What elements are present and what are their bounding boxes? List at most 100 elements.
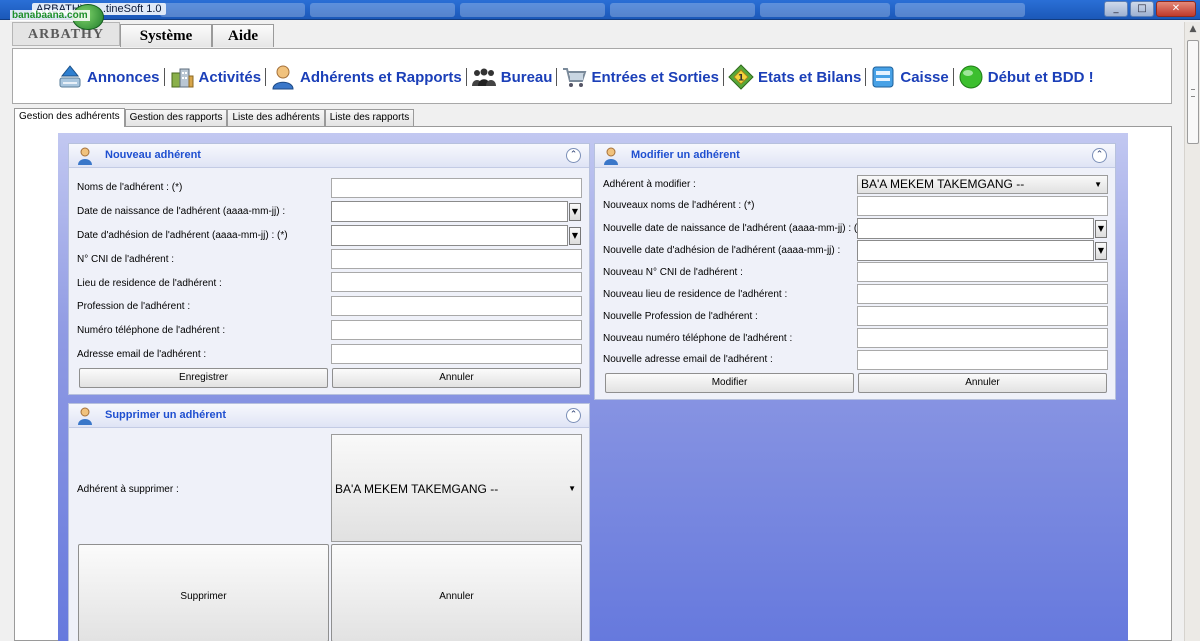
cni-input[interactable] bbox=[331, 249, 582, 269]
grip-icon bbox=[1191, 89, 1195, 97]
membership-date-input[interactable]: ▼ bbox=[331, 225, 581, 246]
new-phone-input[interactable] bbox=[857, 328, 1108, 348]
toolbar-separator bbox=[465, 68, 467, 86]
collapse-icon[interactable]: ⌃ bbox=[566, 408, 581, 423]
toolbar-separator bbox=[723, 68, 724, 86]
toolbar-separator bbox=[265, 68, 267, 86]
toolbar-separator bbox=[163, 68, 165, 86]
profession-input[interactable] bbox=[331, 296, 582, 316]
toolbar-adherents-rapports[interactable]: Adhérents et Rapports bbox=[270, 64, 462, 90]
field-label: Nouveau numéro téléphone de l'adhérent : bbox=[603, 333, 793, 344]
toolbar-label: Entrées et Sorties bbox=[591, 68, 719, 86]
tab-liste-adherents[interactable]: Liste des adhérents bbox=[227, 109, 325, 126]
panel-title: Modifier un adhérent bbox=[631, 149, 740, 161]
field-label: Nouvelle date d'adhésion de l'adhérent (… bbox=[603, 245, 841, 256]
menu-aide[interactable]: Aide bbox=[212, 24, 274, 47]
new-residence-input[interactable] bbox=[857, 284, 1108, 304]
user-icon bbox=[78, 407, 92, 425]
office-icon bbox=[471, 68, 496, 86]
chevron-down-icon[interactable]: ▼ bbox=[1095, 242, 1107, 260]
collapse-icon[interactable]: ⌃ bbox=[1092, 148, 1107, 163]
new-membership-date-input[interactable]: ▼ bbox=[857, 240, 1107, 261]
svg-text:1: 1 bbox=[738, 74, 744, 84]
modify-button[interactable]: Modifier bbox=[605, 373, 854, 393]
member-to-delete-select[interactable]: BA'A MEKEM TAKEMGANG -- ▼ bbox=[331, 434, 582, 542]
field-label: Nouveaux noms de l'adhérent : (*) bbox=[603, 200, 755, 211]
main-toolbar: Annonces Activités Adhérents et Rapports… bbox=[12, 48, 1172, 104]
vertical-scrollbar[interactable]: ▲ bbox=[1184, 22, 1200, 641]
field-label: Adhérent à modifier : bbox=[603, 179, 696, 190]
chevron-down-icon[interactable]: ▼ bbox=[569, 203, 581, 221]
new-member-panel: Nouveau adhérent ⌃ Noms de l'adhérent : … bbox=[68, 143, 590, 395]
browser-tab-ghost bbox=[610, 3, 755, 17]
tab-gestion-adherents[interactable]: Gestion des adhérents bbox=[14, 108, 125, 127]
new-member-header: Nouveau adhérent ⌃ bbox=[69, 144, 589, 168]
modify-member-header: Modifier un adhérent ⌃ bbox=[595, 144, 1115, 168]
member-to-modify-select[interactable]: BA'A MEKEM TAKEMGANG -- ▼ bbox=[857, 175, 1108, 194]
minimize-button[interactable]: _ bbox=[1104, 1, 1128, 17]
toolbar-etats-bilans[interactable]: 1 Etats et Bilans bbox=[728, 64, 861, 90]
save-button[interactable]: Enregistrer bbox=[79, 368, 328, 388]
tab-liste-rapports[interactable]: Liste des rapports bbox=[324, 109, 415, 126]
toolbar-debut-bdd[interactable]: Début et BDD ! bbox=[958, 64, 1094, 90]
new-birth-date-input[interactable]: ▼ bbox=[857, 218, 1107, 239]
tab-strip: Gestion des adhérents Gestion des rappor… bbox=[14, 108, 415, 127]
watermark-text: banabaana.com bbox=[10, 10, 90, 21]
scroll-thumb[interactable] bbox=[1187, 40, 1199, 144]
delete-member-header: Supprimer un adhérent ⌃ bbox=[69, 404, 589, 428]
delete-button[interactable]: Supprimer bbox=[78, 544, 329, 641]
cancel-button[interactable]: Annuler bbox=[858, 373, 1107, 393]
field-label: Profession de l'adhérent : bbox=[77, 301, 191, 312]
toolbar-activites[interactable]: Activités bbox=[169, 64, 262, 90]
new-email-input[interactable] bbox=[857, 350, 1108, 370]
browser-tab-ghost bbox=[760, 3, 890, 17]
residence-input[interactable] bbox=[331, 272, 582, 292]
cash-register-icon bbox=[872, 66, 894, 88]
menu-bar: ARBATHY Système Aide bbox=[12, 22, 1172, 48]
tab-gestion-rapports[interactable]: Gestion des rapports bbox=[124, 109, 228, 126]
browser-tab-ghost bbox=[895, 3, 1025, 17]
chevron-down-icon[interactable]: ▼ bbox=[569, 227, 581, 245]
toolbar-annonces[interactable]: Annonces bbox=[57, 64, 160, 90]
panel-title: Nouveau adhérent bbox=[105, 149, 201, 161]
cancel-button[interactable]: Annuler bbox=[332, 368, 581, 388]
browser-tab-ghost bbox=[310, 3, 455, 17]
watermark-logo: banabaana.com bbox=[6, 4, 106, 32]
collapse-icon[interactable]: ⌃ bbox=[566, 148, 581, 163]
field-label: Date de naissance de l'adhérent (aaaa-mm… bbox=[77, 206, 286, 217]
close-button[interactable]: ✕ bbox=[1156, 1, 1196, 17]
toolbar-label: Début et BDD ! bbox=[987, 68, 1094, 86]
reports-icon: 1 bbox=[728, 64, 754, 90]
toolbar-label: Activités bbox=[198, 68, 262, 86]
toolbar-caisse[interactable]: Caisse bbox=[870, 64, 949, 90]
app-window: ARBATHY - ...tineSoft 1.0 _ □ ✕ banabaan… bbox=[0, 0, 1200, 641]
chevron-down-icon[interactable]: ▼ bbox=[1095, 220, 1107, 238]
user-icon bbox=[604, 147, 618, 165]
phone-input[interactable] bbox=[331, 320, 582, 340]
toolbar-label: Caisse bbox=[900, 68, 949, 86]
user-icon bbox=[78, 147, 92, 165]
menu-systeme[interactable]: Système bbox=[120, 24, 212, 47]
select-value: BA'A MEKEM TAKEMGANG -- bbox=[335, 482, 499, 496]
chevron-down-icon: ▼ bbox=[1094, 180, 1102, 189]
toolbar-bureau[interactable]: Bureau bbox=[471, 64, 552, 90]
cancel-button[interactable]: Annuler bbox=[331, 544, 582, 641]
modify-member-panel: Modifier un adhérent ⌃ Adhérent à modifi… bbox=[594, 143, 1116, 400]
scroll-up-icon[interactable]: ▲ bbox=[1187, 24, 1199, 38]
field-label: Adhérent à supprimer : bbox=[77, 484, 179, 495]
birth-date-input[interactable]: ▼ bbox=[331, 201, 581, 222]
maximize-button[interactable]: □ bbox=[1130, 1, 1154, 17]
email-input[interactable] bbox=[331, 344, 582, 364]
toolbar-entrees-sorties[interactable]: Entrées et Sorties bbox=[561, 64, 719, 90]
select-value: BA'A MEKEM TAKEMGANG -- bbox=[861, 177, 1025, 191]
new-cni-input[interactable] bbox=[857, 262, 1108, 282]
member-name-input[interactable] bbox=[331, 178, 582, 198]
new-name-input[interactable] bbox=[857, 196, 1108, 216]
members-icon bbox=[272, 65, 294, 90]
browser-tab-ghost bbox=[160, 3, 305, 17]
chevron-down-icon: ▼ bbox=[568, 484, 576, 493]
field-label: Nouvelle Profession de l'adhérent : bbox=[603, 311, 758, 322]
new-profession-input[interactable] bbox=[857, 306, 1108, 326]
announcements-icon bbox=[59, 65, 81, 88]
field-label: Nouvelle adresse email de l'adhérent : bbox=[603, 354, 773, 365]
